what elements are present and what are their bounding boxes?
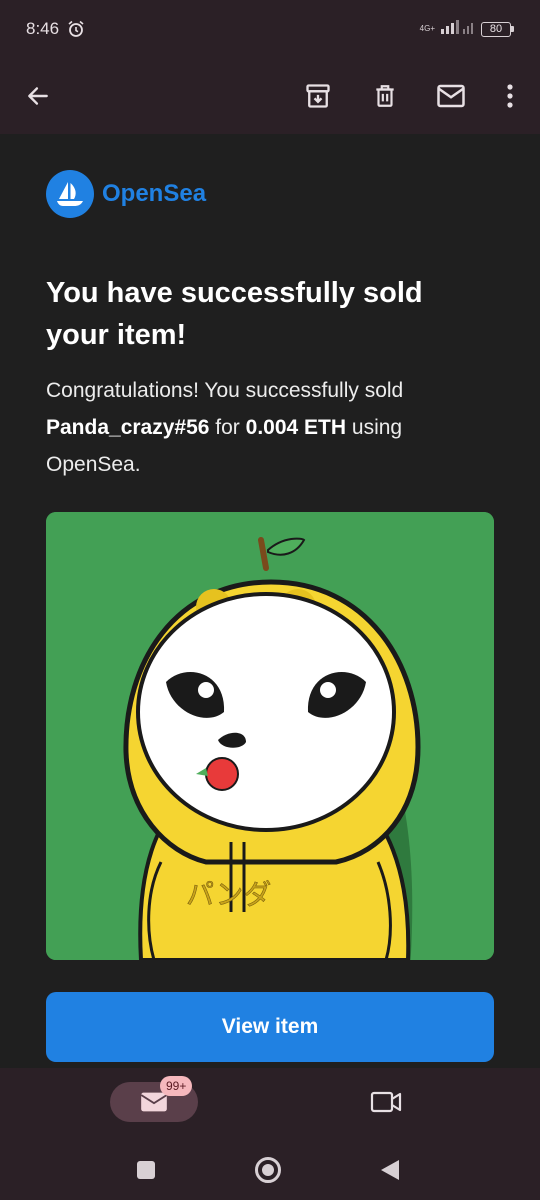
- hood-text: パンダ: [186, 878, 271, 911]
- bottom-nav: 99+: [0, 1068, 540, 1140]
- nft-image[interactable]: パンダ: [46, 512, 494, 960]
- circle-icon: [255, 1157, 281, 1183]
- delete-button[interactable]: [365, 76, 405, 116]
- mail-icon: [437, 84, 465, 108]
- view-item-button[interactable]: View item: [46, 992, 494, 1062]
- message-for: for: [215, 416, 240, 439]
- meet-tab[interactable]: [366, 1084, 406, 1120]
- app-bar: [0, 58, 540, 134]
- more-options-button[interactable]: [490, 76, 530, 116]
- more-vert-icon: [507, 84, 513, 108]
- mark-unread-button[interactable]: [431, 76, 471, 116]
- mail-badge: 99+: [160, 1076, 193, 1096]
- home-button[interactable]: [248, 1150, 288, 1190]
- opensea-logo[interactable]: OpenSea: [46, 170, 206, 218]
- message-intro: Congratulations! You successfully sold: [46, 379, 404, 402]
- network-label: 4G+: [419, 24, 435, 33]
- recents-button[interactable]: [126, 1150, 166, 1190]
- square-icon: [137, 1161, 155, 1179]
- back-nav-button[interactable]: [370, 1150, 410, 1190]
- email-body: OpenSea You have successfully sold your …: [0, 134, 540, 1068]
- alarm-icon: [67, 20, 85, 38]
- triangle-back-icon: [381, 1160, 399, 1180]
- arrow-back-icon: [28, 87, 48, 105]
- back-button[interactable]: [18, 76, 58, 116]
- sale-price: 0.004 ETH: [245, 416, 347, 439]
- battery-level: 80: [481, 21, 511, 37]
- status-bar: 8:46 4G+ 80: [0, 0, 540, 58]
- logo-text: OpenSea: [102, 180, 207, 207]
- battery-icon: 80: [481, 21, 514, 37]
- sailboat-icon: [46, 170, 94, 218]
- archive-button[interactable]: [298, 76, 338, 116]
- message-platform: OpenSea.: [46, 453, 141, 476]
- video-icon: [370, 1091, 402, 1113]
- trash-icon: [376, 85, 394, 107]
- email-headline: You have successfully sold your item!: [46, 277, 423, 351]
- item-name: Panda_crazy#56: [46, 416, 210, 439]
- status-time: 8:46: [26, 19, 60, 38]
- archive-icon: [306, 84, 330, 108]
- system-nav-bar: [0, 1140, 540, 1200]
- email-message: Congratulations! You successfully sold P…: [46, 372, 486, 483]
- signal-icon: [441, 19, 475, 39]
- message-using: using: [351, 416, 403, 439]
